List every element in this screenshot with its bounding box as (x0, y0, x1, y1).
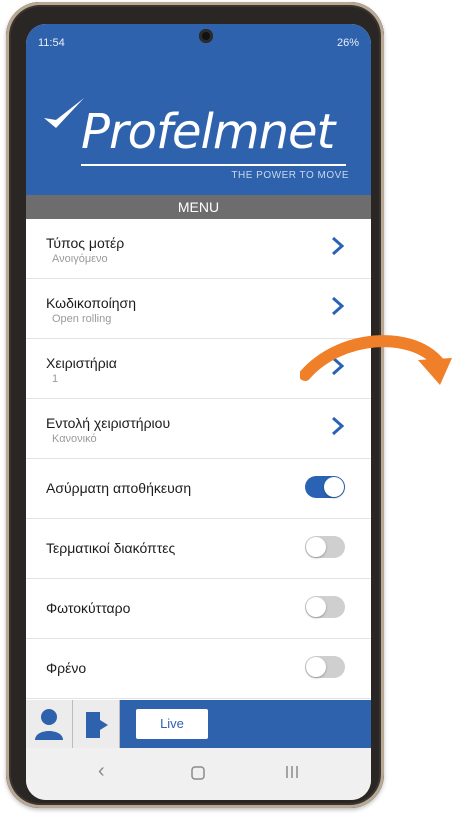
list-item-brake: Φρένο (26, 639, 371, 699)
status-bar: 11:54 26% (26, 24, 371, 60)
limit-switches-toggle[interactable] (305, 536, 345, 558)
toggle-knob (306, 657, 326, 677)
item-value: 1 (52, 373, 59, 385)
settings-list: Τύπος μοτέρ Ανοιγόμενο Κωδικοποίηση Open… (26, 219, 371, 699)
item-label: Τερματικοί διακόπτες (46, 540, 176, 556)
home-icon[interactable] (190, 764, 206, 787)
live-button[interactable]: Live (136, 709, 208, 739)
battery-percent: 26% (336, 37, 359, 49)
toggle-knob (306, 537, 326, 557)
toggle-knob (324, 477, 344, 497)
brand-header: Profelmnet THE POWER TO MOVE (26, 60, 371, 195)
chevron-right-icon[interactable] (331, 416, 345, 436)
logo-underline (81, 164, 346, 166)
list-item-motor-type[interactable]: Τύπος μοτέρ Ανοιγόμενο (26, 219, 371, 279)
photocell-toggle[interactable] (305, 596, 345, 618)
item-value: Ανοιγόμενο (52, 253, 108, 265)
logo-check-icon (44, 98, 84, 128)
item-label: Χειριστήρια (46, 355, 117, 371)
menu-title: MENU (26, 195, 371, 219)
list-item-remote-command[interactable]: Εντολή χειριστήριου Κανονικό (26, 399, 371, 459)
chevron-right-icon[interactable] (331, 236, 345, 256)
list-item-photocell: Φωτοκύτταρο (26, 579, 371, 639)
logout-icon (86, 712, 108, 738)
status-indicators: 26% (337, 37, 359, 49)
item-label: Ασύρματη αποθήκευση (46, 480, 192, 496)
chevron-right-icon[interactable] (331, 296, 345, 316)
back-icon[interactable]: ‹ (98, 760, 105, 783)
item-value: Κανονικό (52, 433, 97, 445)
toggle-knob (306, 597, 326, 617)
logout-button[interactable] (73, 700, 120, 748)
android-nav-bar: ‹ (26, 748, 371, 800)
front-camera (199, 29, 213, 43)
list-item-limit-switches: Τερματικοί διακόπτες (26, 519, 371, 579)
brand-tagline: THE POWER TO MOVE (231, 170, 349, 181)
curved-arrow-icon (300, 335, 452, 385)
brake-toggle[interactable] (305, 656, 345, 678)
item-value: Open rolling (52, 313, 112, 325)
phone-frame: 11:54 26% Profelmnet THE POWER TO MOVE M… (6, 2, 384, 808)
item-label: Εντολή χειριστήριου (46, 415, 171, 431)
item-label: Φρένο (46, 660, 87, 676)
item-label: Κωδικοποίηση (46, 295, 136, 311)
item-label: Τύπος μοτέρ (46, 235, 125, 251)
recents-icon[interactable] (284, 763, 300, 786)
user-icon (35, 709, 63, 740)
list-item-wireless-save: Ασύρματη αποθήκευση (26, 459, 371, 519)
status-time: 11:54 (38, 37, 65, 49)
item-label: Φωτοκύτταρο (46, 600, 131, 616)
app-screen: 11:54 26% Profelmnet THE POWER TO MOVE M… (26, 24, 371, 800)
brand-logo-text: Profelmnet (81, 104, 335, 160)
wireless-save-toggle[interactable] (305, 476, 345, 498)
bottom-bar: Live (26, 700, 371, 748)
user-button[interactable] (26, 700, 73, 748)
